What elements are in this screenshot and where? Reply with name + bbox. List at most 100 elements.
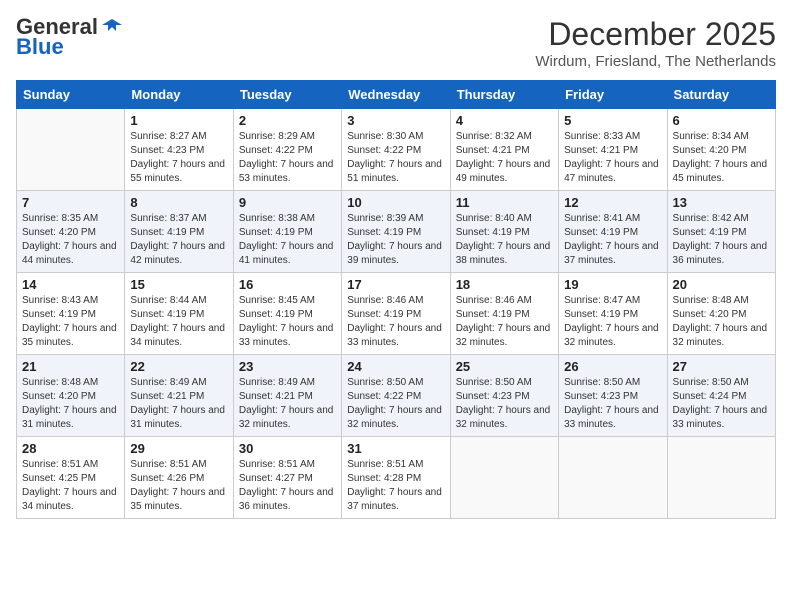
day-number: 4 — [456, 113, 553, 128]
calendar-cell: 6Sunrise: 8:34 AMSunset: 4:20 PMDaylight… — [667, 109, 775, 191]
weekday-header-row: SundayMondayTuesdayWednesdayThursdayFrid… — [17, 81, 776, 109]
day-number: 18 — [456, 277, 553, 292]
calendar-cell: 25Sunrise: 8:50 AMSunset: 4:23 PMDayligh… — [450, 355, 558, 437]
calendar-week-row: 28 Sunrise: 8:51 AMSunset: 4:25 PMDayligh… — [17, 437, 776, 519]
calendar-cell: 3 Sunrise: 8:30 AMSunset: 4:22 PMDaylight… — [342, 109, 450, 191]
day-info: Sunrise: 8:40 AMSunset: 4:19 PMDaylight:… — [456, 212, 553, 268]
day-info: Sunrise: 8:42 AMSunset: 4:19 PMDaylight:… — [673, 212, 770, 268]
calendar-cell: 24 Sunrise: 8:50 AMSunset: 4:22 PMDayligh… — [342, 355, 450, 437]
day-number: 16 — [239, 277, 336, 292]
day-number: 10 — [347, 195, 444, 210]
day-number: 14 — [22, 277, 119, 292]
day-number: 29 — [130, 441, 227, 456]
day-number: 22 — [130, 359, 227, 374]
day-info: Sunrise: 8:51 AMSunset: 4:26 PMDaylight:… — [130, 458, 227, 514]
day-number: 19 — [564, 277, 661, 292]
calendar-cell — [450, 437, 558, 519]
day-info: Sunrise: 8:27 AMSunset: 4:23 PMDaylight:… — [130, 130, 227, 186]
day-info: Sunrise: 8:48 AMSunset: 4:20 PMDaylight:… — [22, 376, 119, 432]
day-number: 27 — [673, 359, 770, 374]
day-info: Sunrise: 8:33 AMSunset: 4:21 PMDaylight:… — [564, 130, 661, 186]
weekday-header-sunday: Sunday — [17, 81, 125, 109]
calendar-cell: 2Sunrise: 8:29 AMSunset: 4:22 PMDaylight… — [233, 109, 341, 191]
logo-bird-icon — [102, 17, 122, 37]
day-info: Sunrise: 8:50 AMSunset: 4:22 PMDaylight:… — [347, 376, 444, 432]
calendar-cell: 20 Sunrise: 8:48 AMSunset: 4:20 PMDayligh… — [667, 273, 775, 355]
calendar-cell: 11 Sunrise: 8:40 AMSunset: 4:19 PMDayligh… — [450, 191, 558, 273]
day-number: 23 — [239, 359, 336, 374]
calendar-cell: 31 Sunrise: 8:51 AMSunset: 4:28 PMDayligh… — [342, 437, 450, 519]
calendar-week-row: 7 Sunrise: 8:35 AMSunset: 4:20 PMDaylight… — [17, 191, 776, 273]
day-number: 2 — [239, 113, 336, 128]
day-number: 13 — [673, 195, 770, 210]
day-number: 1 — [130, 113, 227, 128]
calendar-cell: 5 Sunrise: 8:33 AMSunset: 4:21 PMDaylight… — [559, 109, 667, 191]
calendar-cell: 16Sunrise: 8:45 AMSunset: 4:19 PMDayligh… — [233, 273, 341, 355]
weekday-header-saturday: Saturday — [667, 81, 775, 109]
day-info: Sunrise: 8:51 AMSunset: 4:25 PMDaylight:… — [22, 458, 119, 514]
day-info: Sunrise: 8:50 AMSunset: 4:23 PMDaylight:… — [564, 376, 661, 432]
day-info: Sunrise: 8:46 AMSunset: 4:19 PMDaylight:… — [347, 294, 444, 350]
day-number: 9 — [239, 195, 336, 210]
day-info: Sunrise: 8:49 AMSunset: 4:21 PMDaylight:… — [130, 376, 227, 432]
day-number: 7 — [22, 195, 119, 210]
day-info: Sunrise: 8:49 AMSunset: 4:21 PMDaylight:… — [239, 376, 336, 432]
day-info: Sunrise: 8:50 AMSunset: 4:24 PMDaylight:… — [673, 376, 770, 432]
calendar-cell: 27 Sunrise: 8:50 AMSunset: 4:24 PMDayligh… — [667, 355, 775, 437]
weekday-header-wednesday: Wednesday — [342, 81, 450, 109]
calendar-week-row: 14Sunrise: 8:43 AMSunset: 4:19 PMDayligh… — [17, 273, 776, 355]
day-info: Sunrise: 8:47 AMSunset: 4:19 PMDaylight:… — [564, 294, 661, 350]
calendar-cell: 30Sunrise: 8:51 AMSunset: 4:27 PMDayligh… — [233, 437, 341, 519]
day-info: Sunrise: 8:39 AMSunset: 4:19 PMDaylight:… — [347, 212, 444, 268]
calendar-cell: 10 Sunrise: 8:39 AMSunset: 4:19 PMDayligh… — [342, 191, 450, 273]
day-number: 30 — [239, 441, 336, 456]
day-info: Sunrise: 8:51 AMSunset: 4:28 PMDaylight:… — [347, 458, 444, 514]
calendar-cell: 7 Sunrise: 8:35 AMSunset: 4:20 PMDaylight… — [17, 191, 125, 273]
calendar-cell: 13 Sunrise: 8:42 AMSunset: 4:19 PMDayligh… — [667, 191, 775, 273]
day-number: 24 — [347, 359, 444, 374]
weekday-header-tuesday: Tuesday — [233, 81, 341, 109]
day-info: Sunrise: 8:30 AMSunset: 4:22 PMDaylight:… — [347, 130, 444, 186]
title-block: December 2025 Wirdum, Friesland, The Net… — [535, 16, 776, 70]
calendar-week-row: 1 Sunrise: 8:27 AMSunset: 4:23 PMDaylight… — [17, 109, 776, 191]
page-header: General Blue December 2025 Wirdum, Fries… — [16, 16, 776, 70]
calendar-cell — [17, 109, 125, 191]
day-info: Sunrise: 8:44 AMSunset: 4:19 PMDaylight:… — [130, 294, 227, 350]
logo-blue: Blue — [16, 36, 64, 58]
calendar-cell: 19 Sunrise: 8:47 AMSunset: 4:19 PMDayligh… — [559, 273, 667, 355]
day-info: Sunrise: 8:38 AMSunset: 4:19 PMDaylight:… — [239, 212, 336, 268]
calendar-cell: 9 Sunrise: 8:38 AMSunset: 4:19 PMDaylight… — [233, 191, 341, 273]
day-number: 11 — [456, 195, 553, 210]
day-number: 3 — [347, 113, 444, 128]
day-info: Sunrise: 8:48 AMSunset: 4:20 PMDaylight:… — [673, 294, 770, 350]
weekday-header-friday: Friday — [559, 81, 667, 109]
calendar-cell: 8Sunrise: 8:37 AMSunset: 4:19 PMDaylight… — [125, 191, 233, 273]
calendar-cell: 4Sunrise: 8:32 AMSunset: 4:21 PMDaylight… — [450, 109, 558, 191]
calendar-cell — [559, 437, 667, 519]
day-number: 5 — [564, 113, 661, 128]
day-number: 26 — [564, 359, 661, 374]
day-number: 28 — [22, 441, 119, 456]
day-number: 8 — [130, 195, 227, 210]
day-number: 31 — [347, 441, 444, 456]
calendar-cell: 18 Sunrise: 8:46 AMSunset: 4:19 PMDayligh… — [450, 273, 558, 355]
day-info: Sunrise: 8:41 AMSunset: 4:19 PMDaylight:… — [564, 212, 661, 268]
day-number: 20 — [673, 277, 770, 292]
calendar-cell — [667, 437, 775, 519]
day-number: 21 — [22, 359, 119, 374]
day-info: Sunrise: 8:46 AMSunset: 4:19 PMDaylight:… — [456, 294, 553, 350]
day-info: Sunrise: 8:50 AMSunset: 4:23 PMDaylight:… — [456, 376, 553, 432]
calendar-cell: 22 Sunrise: 8:49 AMSunset: 4:21 PMDayligh… — [125, 355, 233, 437]
calendar-week-row: 21 Sunrise: 8:48 AMSunset: 4:20 PMDayligh… — [17, 355, 776, 437]
calendar-cell: 26 Sunrise: 8:50 AMSunset: 4:23 PMDayligh… — [559, 355, 667, 437]
day-info: Sunrise: 8:34 AMSunset: 4:20 PMDaylight:… — [673, 130, 770, 186]
subtitle: Wirdum, Friesland, The Netherlands — [535, 53, 776, 70]
calendar-cell: 23 Sunrise: 8:49 AMSunset: 4:21 PMDayligh… — [233, 355, 341, 437]
calendar-cell: 15Sunrise: 8:44 AMSunset: 4:19 PMDayligh… — [125, 273, 233, 355]
calendar-cell: 14Sunrise: 8:43 AMSunset: 4:19 PMDayligh… — [17, 273, 125, 355]
weekday-header-monday: Monday — [125, 81, 233, 109]
calendar-cell: 29 Sunrise: 8:51 AMSunset: 4:26 PMDayligh… — [125, 437, 233, 519]
calendar-cell: 21 Sunrise: 8:48 AMSunset: 4:20 PMDayligh… — [17, 355, 125, 437]
day-info: Sunrise: 8:35 AMSunset: 4:20 PMDaylight:… — [22, 212, 119, 268]
calendar-cell: 28 Sunrise: 8:51 AMSunset: 4:25 PMDayligh… — [17, 437, 125, 519]
